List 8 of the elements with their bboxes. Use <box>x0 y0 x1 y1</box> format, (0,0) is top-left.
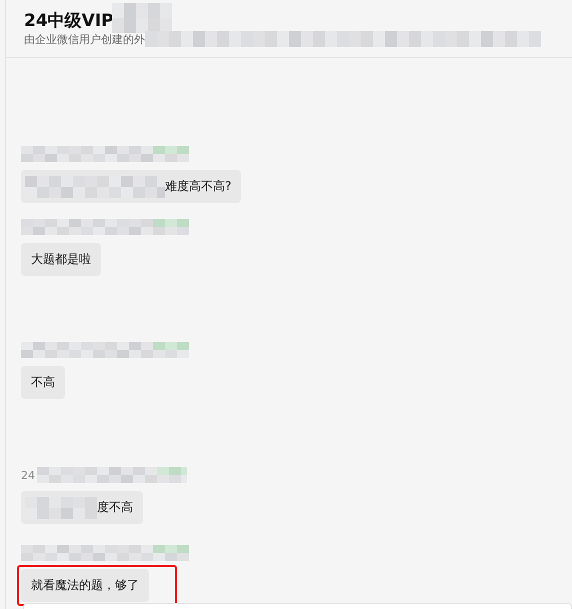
message-text: 度不高 <box>97 499 133 516</box>
chat-title: 24中级VIP <box>24 10 114 32</box>
message-text: 大题都是啦 <box>31 251 91 268</box>
message-text: 就看魔法的题，够了 <box>31 577 139 594</box>
chat-subtitle: 由企业微信用户创建的外 <box>24 32 145 46</box>
sender-name: 24 <box>21 468 35 482</box>
message-text: 不高 <box>31 374 55 391</box>
message-text: 难度高不高? <box>165 178 232 195</box>
